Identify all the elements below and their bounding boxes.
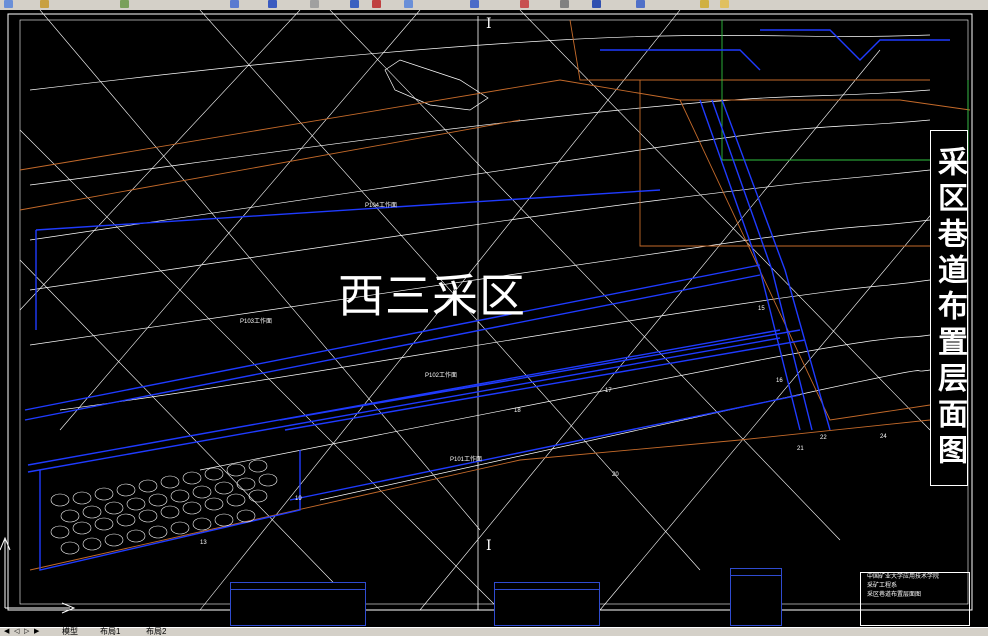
toolbar-icon-12[interactable] [560,0,569,8]
title-block-drawing-name: 采区巷道布置层面图 [867,592,922,598]
workface-label-4: P101工作面 [450,457,483,463]
toolbar-icon-2[interactable] [40,0,49,8]
point-number-22: 22 [820,435,827,441]
toolbar-icon-11[interactable] [520,0,529,8]
title-block: 中国矿业大学应用技术学院 采矿工程系 采区巷道布置层面图 [860,572,970,626]
data-table-2 [494,582,600,626]
toolbar-icon-15[interactable] [700,0,709,8]
workface-label-3: P102工作面 [425,373,458,379]
data-table-1 [230,582,366,626]
toolbar-icon-14[interactable] [636,0,645,8]
toolbar-icon-9[interactable] [404,0,413,8]
drawing-canvas[interactable]: 西三采区 I I P104工作面 P103工作面 P102工作面 P101工作面… [0,10,988,627]
toolbar-icon-3[interactable] [120,0,129,8]
point-number-15: 15 [758,306,765,312]
region-label: 西三采区 [338,269,526,323]
point-number-19: 19 [295,496,302,502]
toolbar-icon-7[interactable] [350,0,359,8]
point-number-21: 21 [797,446,804,452]
workface-label-2: P103工作面 [240,319,273,325]
point-number-18: 18 [514,408,521,414]
toolbar-icon-16[interactable] [720,0,729,8]
point-number-16: 16 [776,378,783,384]
title-block-school: 中国矿业大学应用技术学院 [867,574,940,580]
point-number-24: 24 [880,434,887,440]
point-number-20: 20 [612,472,619,478]
drawing-title: 采区巷道布置层面图 [932,146,967,470]
ucs-icon [0,536,76,614]
workface-label-1: P104工作面 [365,203,398,209]
data-table-3 [730,568,782,626]
toolbar-icon-8[interactable] [372,0,381,8]
title-block-course: 采矿工程系 [867,583,898,589]
point-number-13: 13 [200,540,207,546]
section-mark-top: I [486,16,492,32]
toolbar-icon-5[interactable] [268,0,277,8]
drawing-title-box: 采区巷道布置层面图 [930,130,968,486]
toolbar-icon-1[interactable] [4,0,13,8]
toolbar-icon-6[interactable] [310,0,319,8]
toolbar-icon-13[interactable] [592,0,601,8]
toolbar-icon-10[interactable] [470,0,479,8]
point-number-17: 17 [605,388,612,394]
section-mark-bottom: I [486,538,492,554]
toolbar-icon-4[interactable] [230,0,239,8]
